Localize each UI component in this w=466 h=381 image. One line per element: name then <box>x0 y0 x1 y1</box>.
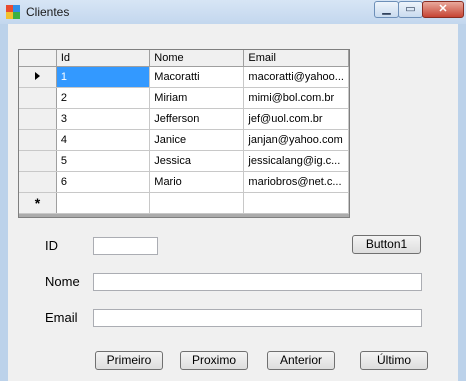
row-header[interactable] <box>19 87 57 109</box>
email-label: Email <box>45 310 78 325</box>
current-row-pointer-icon <box>34 72 40 80</box>
proximo-button[interactable]: Proximo <box>180 351 248 370</box>
table-row[interactable]: 4 Janice janjan@yahoo.com <box>19 129 349 151</box>
grid-table: Id Nome Email 1 Macoratti macoratti@yaho… <box>19 50 349 214</box>
column-header-id[interactable]: Id <box>56 50 151 67</box>
id-field[interactable] <box>93 237 158 255</box>
grid-cell[interactable]: macoratti@yahoo... <box>243 66 349 88</box>
maximize-icon: ▭ <box>405 3 416 15</box>
main-window: Clientes ▁ ▭ ✕ Id Nome Email 1 Macoratti… <box>0 0 466 381</box>
email-field[interactable] <box>93 309 422 327</box>
column-header-email[interactable]: Email <box>243 50 349 67</box>
grid-cell[interactable]: janjan@yahoo.com <box>243 129 349 151</box>
new-row[interactable]: * <box>19 192 349 214</box>
table-row[interactable]: 5 Jessica jessicalang@ig.c... <box>19 150 349 172</box>
new-row-asterisk-icon: * <box>34 195 41 211</box>
clientes-grid[interactable]: Id Nome Email 1 Macoratti macoratti@yaho… <box>18 49 350 218</box>
row-header[interactable] <box>19 150 57 172</box>
table-row[interactable]: 3 Jefferson jef@uol.com.br <box>19 108 349 130</box>
window-title: Clientes <box>26 5 70 19</box>
row-header[interactable] <box>19 66 57 88</box>
anterior-button[interactable]: Anterior <box>267 351 335 370</box>
close-button[interactable]: ✕ <box>422 1 464 18</box>
row-header[interactable] <box>19 171 57 193</box>
grid-cell[interactable]: mariobros@net.c... <box>243 171 349 193</box>
nome-label: Nome <box>45 274 80 289</box>
grid-cell[interactable]: Mario <box>149 171 245 193</box>
maximize-button[interactable]: ▭ <box>398 1 423 18</box>
app-icon <box>6 5 20 19</box>
table-row[interactable]: 6 Mario mariobros@net.c... <box>19 171 349 193</box>
row-header[interactable] <box>19 108 57 130</box>
close-icon: ✕ <box>438 3 448 15</box>
column-header-nome[interactable]: Nome <box>149 50 245 67</box>
table-row[interactable]: 1 Macoratti macoratti@yahoo... <box>19 66 349 88</box>
grid-cell[interactable]: Janice <box>149 129 245 151</box>
minimize-button[interactable]: ▁ <box>374 1 399 18</box>
grid-cell[interactable]: jessicalang@ig.c... <box>243 150 349 172</box>
grid-cell[interactable]: 6 <box>56 171 151 193</box>
ultimo-button[interactable]: Último <box>360 351 428 370</box>
grid-corner-header <box>19 50 57 67</box>
button1[interactable]: Button1 <box>352 235 421 254</box>
grid-cell[interactable]: Miriam <box>149 87 245 109</box>
grid-cell[interactable] <box>243 192 349 214</box>
grid-cell[interactable]: Macoratti <box>149 66 245 88</box>
title-bar[interactable]: Clientes ▁ ▭ ✕ <box>0 0 466 24</box>
primeiro-button[interactable]: Primeiro <box>95 351 163 370</box>
grid-cell[interactable]: 2 <box>56 87 151 109</box>
grid-cell[interactable] <box>56 192 151 214</box>
grid-cell[interactable]: jef@uol.com.br <box>243 108 349 130</box>
grid-cell[interactable]: mimi@bol.com.br <box>243 87 349 109</box>
grid-cell[interactable]: 5 <box>56 150 151 172</box>
grid-cell[interactable]: 3 <box>56 108 151 130</box>
minimize-icon: ▁ <box>382 3 391 15</box>
id-label: ID <box>45 238 58 253</box>
grid-cell[interactable]: 1 <box>56 66 151 88</box>
grid-cell[interactable]: Jessica <box>149 150 245 172</box>
row-header[interactable] <box>19 129 57 151</box>
table-row[interactable]: 2 Miriam mimi@bol.com.br <box>19 87 349 109</box>
grid-cell[interactable] <box>149 192 245 214</box>
grid-cell[interactable]: Jefferson <box>149 108 245 130</box>
new-row-header[interactable]: * <box>19 192 57 214</box>
nome-field[interactable] <box>93 273 422 291</box>
grid-cell[interactable]: 4 <box>56 129 151 151</box>
form-client-area: Id Nome Email 1 Macoratti macoratti@yaho… <box>8 24 458 381</box>
